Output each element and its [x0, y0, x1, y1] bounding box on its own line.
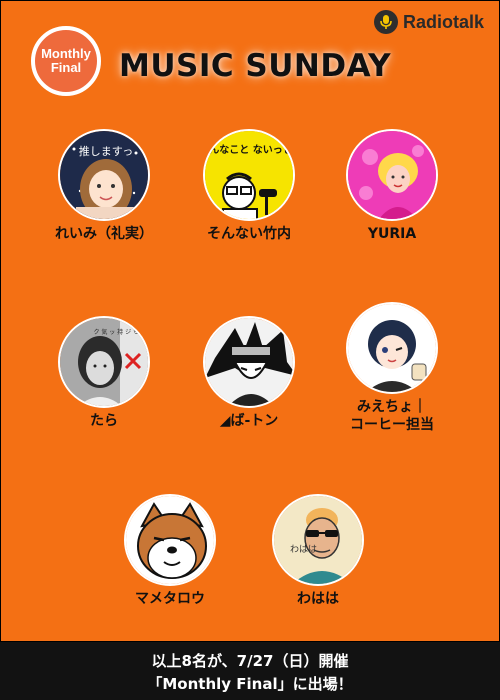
avatar-caption: そんなこと ないっしょ — [205, 144, 295, 156]
avatar — [346, 129, 438, 221]
member-card[interactable]: YURIA — [317, 129, 467, 243]
member-card[interactable]: みえちょ｜ コーヒー担当 — [317, 302, 467, 434]
avatar — [203, 316, 295, 408]
monthly-final-badge: Monthly Final — [31, 26, 101, 96]
avatar: 推しますっ — [58, 129, 150, 221]
badge-line-2: Final — [50, 60, 82, 75]
avatar — [124, 494, 216, 586]
avatar-caption: 推しますっ — [79, 144, 134, 158]
member-name: たら — [90, 413, 118, 429]
member-name: れいみ（礼実） — [55, 226, 153, 242]
member-card[interactable]: マメタロウ — [95, 494, 245, 608]
member-card[interactable]: 推しますっ れいみ（礼実） — [29, 129, 179, 243]
avatar-caption: わはは — [290, 544, 317, 555]
radiotalk-logo[interactable]: Radiotalk — [374, 10, 484, 34]
member-card[interactable]: ◢ば-トン — [174, 316, 324, 430]
footer-line-2: 「Monthly Final」に出場！ — [147, 675, 353, 693]
poster: Radiotalk Monthly Final MUSIC SUNDAY 推しま… — [0, 0, 500, 642]
avatar: そんなこと ないっしょ — [203, 129, 295, 221]
page-title: MUSIC SUNDAY — [119, 48, 392, 84]
footer-line-1: 以上8名が、7/27（日）開催 — [151, 652, 349, 670]
member-card[interactable]: ク 気 ッ 持 ジ ち ラ 悪 ジ い ャ たら — [29, 316, 179, 430]
avatar — [346, 302, 438, 394]
microphone-icon — [374, 10, 398, 34]
avatar-caption: ク 気 ッ 持 ジ ち ラ 悪 ジ い ャ — [93, 328, 150, 336]
logo-text: Radiotalk — [403, 11, 485, 32]
avatar: ク 気 ッ 持 ジ ち ラ 悪 ジ い ャ — [58, 316, 150, 408]
member-card[interactable]: わはは わはは — [243, 494, 393, 608]
member-card[interactable]: そんなこと ないっしょ そんない竹内 — [174, 129, 324, 243]
member-name: ◢ば-トン — [219, 413, 279, 429]
member-name: みえちょ｜ コーヒー担当 — [350, 399, 434, 434]
member-name: わはは — [297, 591, 339, 607]
badge-line-1: Monthly — [41, 46, 91, 62]
member-name: YURIA — [367, 226, 417, 242]
avatar: わはは — [272, 494, 364, 586]
member-name: マメタロウ — [135, 591, 205, 607]
member-name: そんない竹内 — [207, 226, 291, 242]
